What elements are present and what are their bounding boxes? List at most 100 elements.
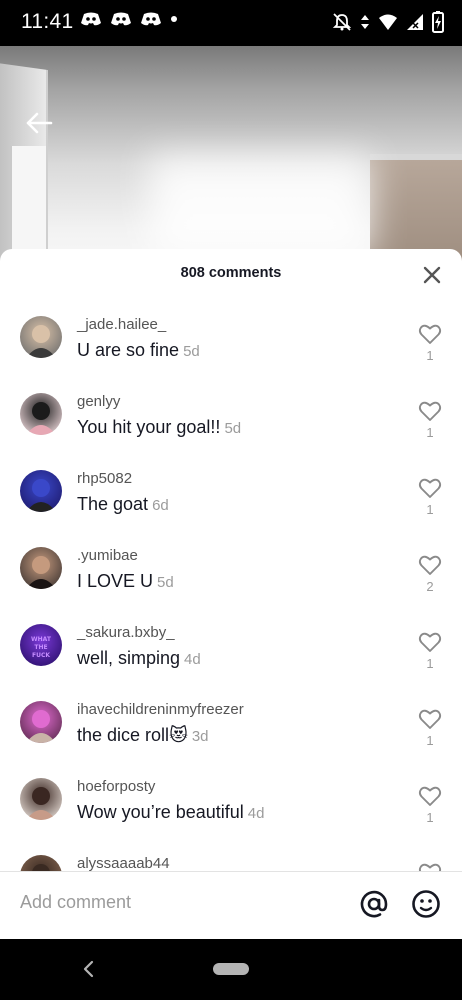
comment-age: 5d: [183, 343, 200, 360]
svg-text:FUCK: FUCK: [32, 652, 50, 659]
comment-item[interactable]: .yumibae I LOVE U 5d 2: [0, 528, 462, 605]
comment-text: the dice roll😻 3d: [77, 725, 209, 746]
status-notifications: [80, 11, 178, 27]
svg-text:WHAT: WHAT: [31, 636, 52, 643]
nav-home-pill[interactable]: [213, 963, 249, 975]
like-count: 2: [426, 579, 434, 594]
comment-age: 3d: [191, 728, 209, 745]
like-count: 1: [426, 425, 434, 440]
avatar[interactable]: [20, 855, 62, 871]
comment-item[interactable]: genlyy You hit your goal!! 5d 1: [0, 374, 462, 451]
status-time: 11:41: [21, 10, 74, 33]
comment-text: I LOVE U 5d: [77, 571, 174, 592]
like-button[interactable]: [418, 862, 442, 871]
avatar[interactable]: [20, 547, 62, 589]
comment-item[interactable]: _jade.hailee_ U are so fine 5d 1: [0, 297, 462, 374]
like-count: 1: [426, 348, 434, 363]
close-icon: [420, 266, 444, 291]
mention-button[interactable]: [359, 889, 389, 919]
heart-icon: [418, 632, 442, 657]
status-system-icons: [332, 11, 444, 33]
comment-emoji: 😻: [169, 725, 188, 745]
at-icon: [359, 890, 389, 923]
comments-header: 808 comments: [0, 249, 462, 297]
comment-body: I LOVE U: [77, 571, 154, 591]
comment-username[interactable]: ihavechildreninmyfreezer: [77, 701, 244, 718]
comment-username[interactable]: alyssaaaab44: [77, 855, 170, 871]
like-count: 1: [426, 656, 434, 671]
comment-body: Wow you’re beautiful: [77, 802, 244, 822]
battery-charging-icon: [432, 11, 444, 33]
comments-count-title: 808 comments: [180, 265, 282, 281]
heart-icon: [418, 555, 442, 580]
like-button[interactable]: [418, 631, 442, 653]
system-nav-bar: [0, 939, 462, 1000]
heart-icon: [418, 478, 442, 503]
heart-icon: [418, 709, 442, 734]
comment-text: well, simping 4d: [77, 648, 201, 669]
arrow-left-icon: [25, 111, 53, 140]
comment-username[interactable]: _jade.hailee_: [77, 316, 166, 333]
back-button[interactable]: [22, 108, 56, 142]
comment-username[interactable]: hoeforposty: [77, 778, 155, 795]
comment-age: 5d: [157, 574, 174, 591]
like-count: 1: [426, 502, 434, 517]
svg-text:THE: THE: [34, 644, 47, 651]
comment-item[interactable]: rhp5082 The goat 6d 1: [0, 451, 462, 528]
video-background: [0, 46, 462, 261]
comment-body: U are so fine: [77, 340, 180, 360]
avatar[interactable]: [20, 701, 62, 743]
emoji-button[interactable]: [411, 889, 441, 919]
heart-icon: [418, 401, 442, 426]
alarm-off-icon: [332, 12, 352, 32]
comment-item[interactable]: alyssaaaab44: [0, 836, 462, 871]
comment-text: U are so fine 5d: [77, 340, 200, 361]
comment-body: the dice roll: [77, 725, 170, 745]
comment-text: The goat 6d: [77, 494, 169, 515]
comment-text: Wow you’re beautiful 4d: [77, 802, 264, 823]
like-button[interactable]: [418, 400, 442, 422]
discord-icon: [140, 11, 162, 27]
comment-age: 4d: [247, 805, 265, 822]
discord-icon: [80, 11, 102, 27]
avatar[interactable]: WHAT THE FUCK: [20, 624, 62, 666]
emoji-icon: [411, 890, 441, 923]
like-count: 1: [426, 733, 434, 748]
comment-list[interactable]: _jade.hailee_ U are so fine 5d 1 genlyy Y…: [0, 297, 462, 871]
like-button[interactable]: [418, 323, 442, 345]
comment-username[interactable]: _sakura.bxby_: [77, 624, 175, 641]
comment-body: You hit your goal!!: [77, 417, 221, 437]
comment-age: 6d: [152, 497, 169, 514]
avatar[interactable]: [20, 470, 62, 512]
comment-username[interactable]: rhp5082: [77, 470, 132, 487]
comment-age: 5d: [224, 420, 242, 437]
like-count: 1: [426, 810, 434, 825]
heart-icon: [418, 324, 442, 349]
close-button[interactable]: [420, 263, 444, 287]
add-comment-input[interactable]: [20, 892, 340, 913]
comment-body: well, simping: [77, 648, 181, 668]
nav-back-icon: [80, 960, 96, 983]
comment-item[interactable]: ihavechildreninmyfreezer the dice roll😻 3…: [0, 682, 462, 759]
avatar[interactable]: [20, 316, 62, 358]
comments-sheet: 808 comments _jade.hailee_ U are so fine…: [0, 249, 462, 939]
comment-text: You hit your goal!! 5d: [77, 417, 241, 438]
comment-item[interactable]: hoeforposty Wow you’re beautiful 4d 1: [0, 759, 462, 836]
comment-body: The goat: [77, 494, 149, 514]
discord-icon: [110, 11, 132, 27]
like-button[interactable]: [418, 785, 442, 807]
avatar[interactable]: [20, 393, 62, 435]
like-button[interactable]: [418, 477, 442, 499]
wifi-icon: [378, 13, 398, 31]
avatar[interactable]: [20, 778, 62, 820]
like-button[interactable]: [418, 708, 442, 730]
comment-username[interactable]: genlyy: [77, 393, 120, 410]
status-bar: 11:41: [0, 0, 462, 46]
nav-back-button[interactable]: [80, 959, 96, 984]
data-arrows-icon: [360, 12, 370, 32]
comment-item[interactable]: WHAT THE FUCK _sakura.bxby_ well, simpin…: [0, 605, 462, 682]
comment-username[interactable]: .yumibae: [77, 547, 138, 564]
like-button[interactable]: [418, 554, 442, 576]
signal-icon: [406, 13, 424, 31]
dot-icon: [170, 11, 178, 27]
